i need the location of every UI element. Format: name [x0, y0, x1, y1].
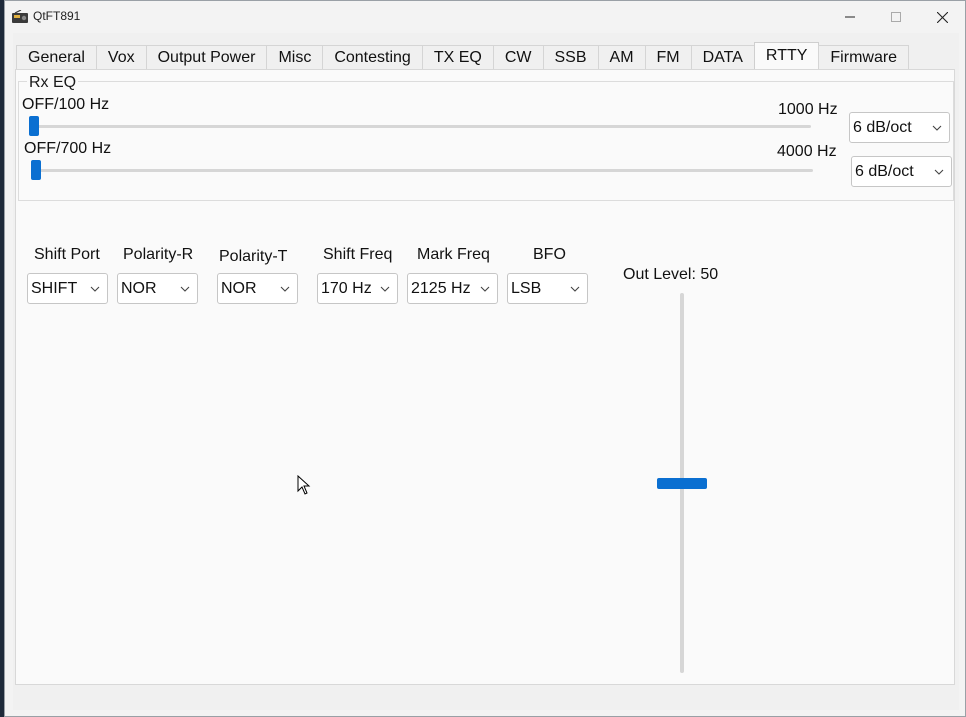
- tab-am[interactable]: AM: [597, 45, 646, 69]
- tab-bar: General Vox Output Power Misc Contesting…: [16, 42, 910, 69]
- client-area: General Vox Output Power Misc Contesting…: [13, 33, 959, 710]
- chevron-down-icon: [570, 286, 580, 292]
- app-window: QtFT891 General Vox Output Power Misc Co…: [4, 0, 966, 717]
- tab-general[interactable]: General: [16, 45, 97, 69]
- tab-contesting[interactable]: Contesting: [322, 45, 423, 69]
- polarity-r-label: Polarity-R: [123, 246, 194, 263]
- rx-eq-high-slider[interactable]: [31, 160, 813, 180]
- tab-output-power[interactable]: Output Power: [145, 45, 268, 69]
- chevron-down-icon: [934, 169, 944, 175]
- rx-eq-high-slider-handle[interactable]: [31, 160, 41, 180]
- polarity-t-label: Polarity-T: [219, 248, 288, 265]
- tab-vox[interactable]: Vox: [95, 45, 147, 69]
- polarity-t-value: NOR: [221, 279, 257, 297]
- polarity-r-select[interactable]: NOR: [117, 273, 198, 304]
- radio-app-icon: [12, 10, 28, 23]
- tab-misc[interactable]: Misc: [266, 45, 324, 69]
- shift-freq-value: 170 Hz: [321, 279, 372, 297]
- tab-tx-eq[interactable]: TX EQ: [421, 45, 494, 69]
- tab-firmware[interactable]: Firmware: [818, 45, 910, 69]
- chevron-down-icon: [380, 286, 390, 292]
- shift-freq-label: Shift Freq: [323, 246, 393, 263]
- rx-eq-high-max-label: 4000 Hz: [777, 143, 837, 160]
- chevron-down-icon: [480, 286, 490, 292]
- shift-freq-select[interactable]: 170 Hz: [317, 273, 398, 304]
- chevron-down-icon: [280, 286, 290, 292]
- maximize-button[interactable]: [873, 1, 919, 33]
- rx-eq-low-slider-handle[interactable]: [29, 116, 39, 136]
- maximize-icon: [891, 12, 901, 22]
- minimize-icon: [845, 16, 855, 18]
- minimize-button[interactable]: [827, 1, 873, 33]
- rtty-tab-panel: Rx EQ OFF/100 Hz 1000 Hz 6 dB/oct OFF/70…: [15, 69, 955, 685]
- tab-fm[interactable]: FM: [644, 45, 692, 69]
- polarity-t-select[interactable]: NOR: [217, 273, 298, 304]
- tab-ssb[interactable]: SSB: [542, 45, 599, 69]
- rx-eq-high-slope-value: 6 dB/oct: [855, 162, 914, 180]
- rx-eq-high-min-label: OFF/700 Hz: [24, 140, 112, 157]
- title-bar[interactable]: QtFT891: [5, 1, 965, 33]
- chevron-down-icon: [90, 286, 100, 292]
- out-level-slider-handle[interactable]: [657, 477, 707, 489]
- mouse-cursor-icon: [297, 475, 311, 495]
- tab-rtty[interactable]: RTTY: [753, 42, 820, 69]
- mark-freq-select[interactable]: 2125 Hz: [407, 273, 498, 304]
- window-title: QtFT891: [33, 9, 81, 23]
- tab-cw[interactable]: CW: [492, 45, 544, 69]
- shift-port-value: SHIFT: [31, 279, 78, 297]
- tab-data[interactable]: DATA: [690, 45, 755, 69]
- bfo-select[interactable]: LSB: [507, 273, 588, 304]
- rx-eq-group: Rx EQ OFF/100 Hz 1000 Hz 6 dB/oct OFF/70…: [18, 74, 954, 201]
- polarity-r-value: NOR: [121, 279, 157, 297]
- chevron-down-icon: [180, 286, 190, 292]
- shift-port-label: Shift Port: [34, 246, 100, 263]
- rx-eq-high-slider-track: [31, 169, 813, 172]
- mark-freq-value: 2125 Hz: [411, 279, 471, 297]
- rx-eq-title: Rx EQ: [27, 74, 79, 92]
- chevron-down-icon: [932, 125, 942, 131]
- rx-eq-low-min-label: OFF/100 Hz: [22, 96, 110, 113]
- close-button[interactable]: [919, 1, 965, 33]
- mark-freq-label: Mark Freq: [417, 246, 490, 263]
- bfo-label: BFO: [533, 246, 566, 263]
- rx-eq-high-slope-select[interactable]: 6 dB/oct: [851, 156, 952, 187]
- rx-eq-low-slider[interactable]: [29, 116, 811, 136]
- out-level-label: Out Level: 50: [623, 266, 719, 283]
- bfo-value: LSB: [511, 279, 542, 297]
- shift-port-select[interactable]: SHIFT: [27, 273, 108, 304]
- rx-eq-low-slope-select[interactable]: 6 dB/oct: [849, 112, 950, 143]
- close-icon: [936, 11, 948, 23]
- out-level-slider[interactable]: [657, 293, 707, 673]
- rx-eq-low-slider-track: [29, 125, 811, 128]
- rx-eq-low-slope-value: 6 dB/oct: [853, 118, 912, 136]
